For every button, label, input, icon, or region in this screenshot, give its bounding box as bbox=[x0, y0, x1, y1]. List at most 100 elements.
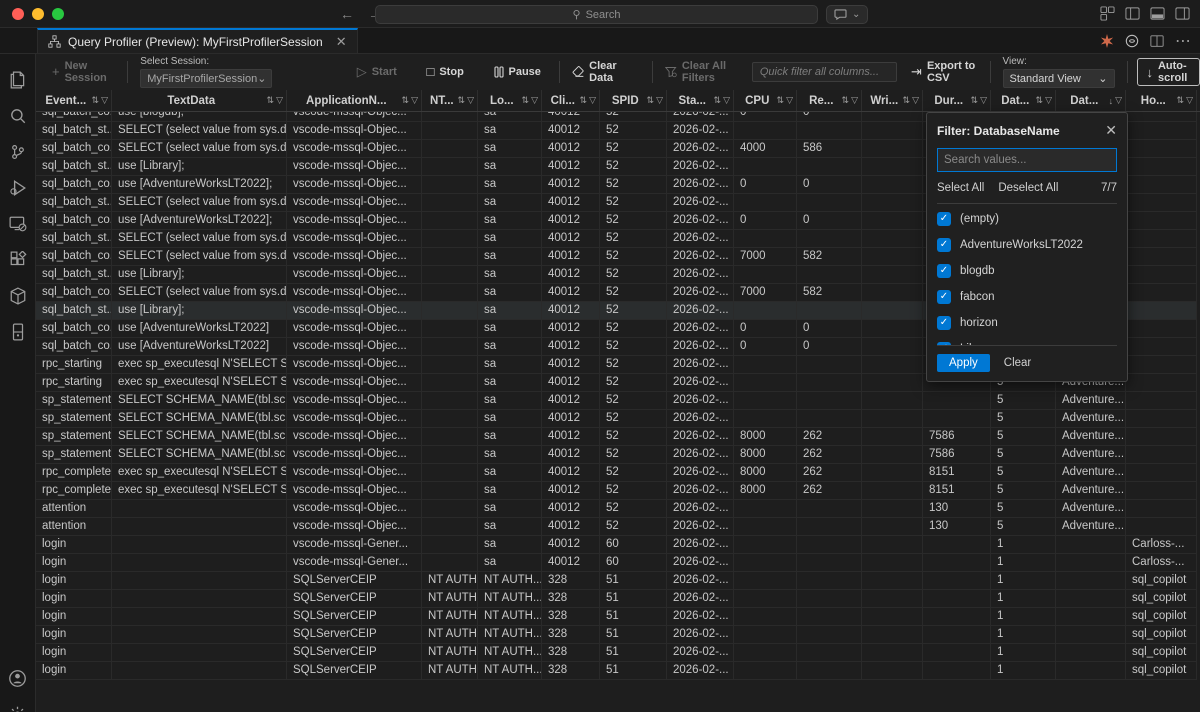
table-cell[interactable] bbox=[422, 446, 478, 464]
table-cell[interactable]: exec sp_executesql N'SELECT S... bbox=[112, 482, 287, 500]
table-cell[interactable] bbox=[422, 482, 478, 500]
table-cell[interactable] bbox=[862, 626, 923, 644]
table-cell[interactable] bbox=[422, 230, 478, 248]
table-cell[interactable] bbox=[112, 536, 287, 554]
table-cell[interactable] bbox=[1126, 428, 1197, 446]
table-row[interactable]: loginSQLServerCEIPNT AUTH...NT AUTH...32… bbox=[36, 626, 1200, 644]
table-cell[interactable]: 40012 bbox=[542, 302, 600, 320]
table-cell[interactable]: SELECT SCHEMA_NAME(tbl.sch... bbox=[112, 446, 287, 464]
table-cell[interactable]: sa bbox=[478, 428, 542, 446]
table-cell[interactable]: 5 bbox=[991, 392, 1056, 410]
table-cell[interactable] bbox=[797, 590, 862, 608]
table-cell[interactable]: NT AUTH... bbox=[422, 608, 478, 626]
table-cell[interactable] bbox=[797, 356, 862, 374]
table-cell[interactable] bbox=[862, 112, 923, 122]
table-cell[interactable] bbox=[1056, 572, 1126, 590]
table-cell[interactable]: use [Library]; bbox=[112, 266, 287, 284]
table-cell[interactable]: sa bbox=[478, 356, 542, 374]
table-cell[interactable]: 40012 bbox=[542, 158, 600, 176]
table-cell[interactable] bbox=[1126, 122, 1197, 140]
table-cell[interactable]: SELECT SCHEMA_NAME(tbl.sch... bbox=[112, 410, 287, 428]
table-cell[interactable]: vscode-mssql-Objec... bbox=[287, 284, 422, 302]
table-cell[interactable] bbox=[862, 410, 923, 428]
table-cell[interactable]: 52 bbox=[600, 230, 667, 248]
table-cell[interactable]: 0 bbox=[797, 212, 862, 230]
table-cell[interactable]: Carloss-... bbox=[1126, 554, 1197, 572]
table-cell[interactable]: sql_batch_co... bbox=[36, 140, 112, 158]
table-cell[interactable]: 2026-02-... bbox=[667, 140, 734, 158]
table-cell[interactable] bbox=[797, 410, 862, 428]
column-header-dur[interactable]: Dur...⇅▽ bbox=[923, 90, 991, 111]
table-cell[interactable]: sql_batch_st... bbox=[36, 302, 112, 320]
table-cell[interactable]: 40012 bbox=[542, 320, 600, 338]
table-cell[interactable]: 1 bbox=[991, 536, 1056, 554]
table-row[interactable]: loginSQLServerCEIPNT AUTH...NT AUTH...32… bbox=[36, 608, 1200, 626]
table-row[interactable]: loginSQLServerCEIPNT AUTH...NT AUTH...32… bbox=[36, 644, 1200, 662]
table-cell[interactable]: 40012 bbox=[542, 266, 600, 284]
table-cell[interactable] bbox=[862, 518, 923, 536]
table-cell[interactable] bbox=[1126, 338, 1197, 356]
table-cell[interactable] bbox=[1056, 554, 1126, 572]
table-cell[interactable]: 5 bbox=[991, 500, 1056, 518]
table-cell[interactable] bbox=[797, 122, 862, 140]
table-cell[interactable]: sa bbox=[478, 230, 542, 248]
table-cell[interactable]: Adventure... bbox=[1056, 464, 1126, 482]
table-cell[interactable]: 2026-02-... bbox=[667, 590, 734, 608]
table-cell[interactable] bbox=[797, 554, 862, 572]
table-cell[interactable] bbox=[1126, 302, 1197, 320]
checkbox-checked-icon[interactable]: ✓ bbox=[937, 238, 951, 252]
table-cell[interactable]: 2026-02-... bbox=[667, 518, 734, 536]
filter-funnel-icon[interactable]: ▽ bbox=[1186, 95, 1193, 106]
remote-explorer-icon[interactable] bbox=[0, 206, 36, 242]
table-cell[interactable] bbox=[734, 158, 797, 176]
table-cell[interactable]: sa bbox=[478, 554, 542, 572]
table-cell[interactable] bbox=[1126, 266, 1197, 284]
table-cell[interactable]: 40012 bbox=[542, 536, 600, 554]
table-cell[interactable]: login bbox=[36, 626, 112, 644]
table-cell[interactable]: 8000 bbox=[734, 464, 797, 482]
table-cell[interactable] bbox=[797, 572, 862, 590]
table-cell[interactable] bbox=[112, 500, 287, 518]
table-cell[interactable] bbox=[734, 518, 797, 536]
table-cell[interactable]: 0 bbox=[734, 338, 797, 356]
table-cell[interactable]: 7586 bbox=[923, 446, 991, 464]
table-cell[interactable]: 0 bbox=[734, 112, 797, 122]
table-cell[interactable] bbox=[422, 212, 478, 230]
sort-icon[interactable]: ⇅ bbox=[92, 95, 100, 106]
table-cell[interactable] bbox=[422, 392, 478, 410]
table-cell[interactable]: 40012 bbox=[542, 356, 600, 374]
table-cell[interactable]: 40012 bbox=[542, 464, 600, 482]
table-cell[interactable]: 5 bbox=[991, 428, 1056, 446]
copilot-icon[interactable] bbox=[1125, 34, 1139, 48]
filter-funnel-icon[interactable]: ▽ bbox=[589, 95, 596, 106]
table-cell[interactable] bbox=[797, 266, 862, 284]
table-cell[interactable]: 52 bbox=[600, 284, 667, 302]
table-cell[interactable]: use [Library]; bbox=[112, 302, 287, 320]
filter-funnel-icon[interactable]: ▽ bbox=[276, 95, 283, 106]
table-cell[interactable]: Adventure... bbox=[1056, 500, 1126, 518]
table-cell[interactable] bbox=[734, 374, 797, 392]
sort-icon[interactable]: ⇅ bbox=[971, 95, 979, 106]
table-cell[interactable]: SELECT (select value from sys.d... bbox=[112, 230, 287, 248]
table-cell[interactable] bbox=[734, 194, 797, 212]
table-cell[interactable]: sql_batch_st... bbox=[36, 230, 112, 248]
table-cell[interactable]: NT AUTH... bbox=[422, 626, 478, 644]
new-session-button[interactable]: + New Session bbox=[44, 60, 123, 84]
table-cell[interactable]: 52 bbox=[600, 482, 667, 500]
table-row[interactable]: loginSQLServerCEIPNT AUTH...NT AUTH...32… bbox=[36, 662, 1200, 680]
table-cell[interactable] bbox=[862, 176, 923, 194]
table-cell[interactable]: 5 bbox=[991, 464, 1056, 482]
table-cell[interactable]: 7000 bbox=[734, 284, 797, 302]
table-cell[interactable] bbox=[422, 554, 478, 572]
table-cell[interactable]: use [AdventureWorksLT2022]; bbox=[112, 176, 287, 194]
table-cell[interactable]: vscode-mssql-Objec... bbox=[287, 176, 422, 194]
table-cell[interactable] bbox=[422, 284, 478, 302]
table-cell[interactable] bbox=[1056, 608, 1126, 626]
table-cell[interactable] bbox=[797, 158, 862, 176]
filter-funnel-icon[interactable]: ▽ bbox=[1045, 95, 1052, 106]
start-button[interactable]: ▷ Start bbox=[349, 66, 405, 78]
table-cell[interactable] bbox=[1126, 482, 1197, 500]
table-cell[interactable]: 1 bbox=[991, 644, 1056, 662]
table-cell[interactable] bbox=[862, 608, 923, 626]
table-cell[interactable]: sql_batch_co... bbox=[36, 112, 112, 122]
